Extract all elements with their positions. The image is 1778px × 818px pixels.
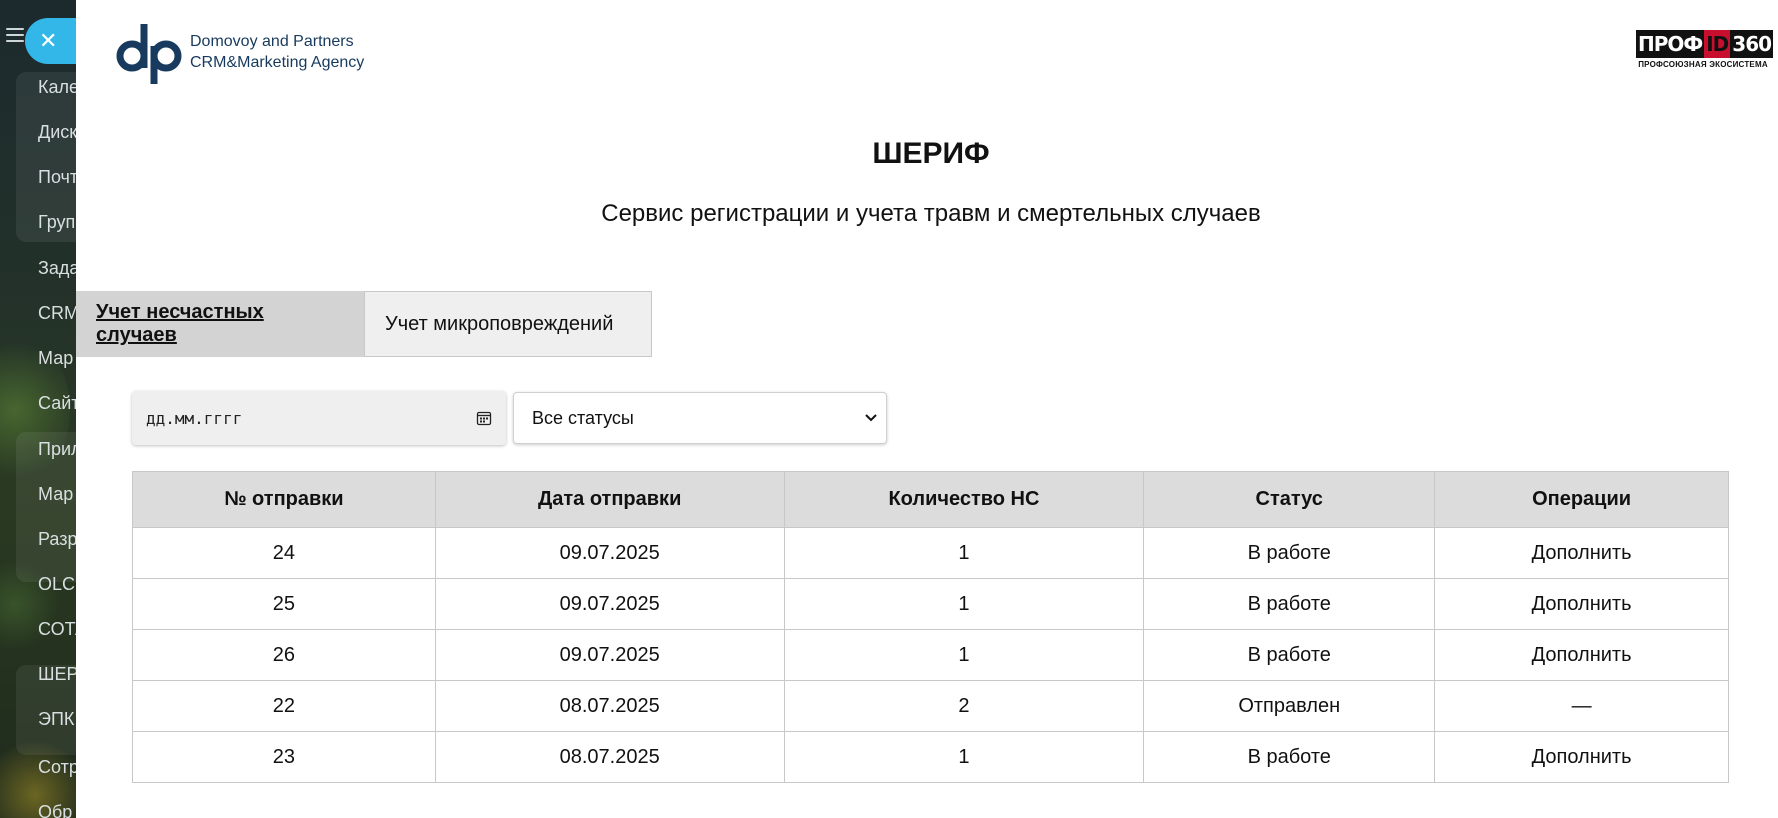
cell-count: 1 (783, 629, 1145, 681)
table-row: 22 08.07.2025 2 Отправлен — (132, 680, 1729, 732)
submissions-table: № отправки Дата отправки Количество НС С… (132, 471, 1729, 783)
tab-bar: Учет несчастных случаев Учет микроповреж… (76, 291, 652, 357)
dp-logo: Domovoy and Partners CRM&Marketing Agenc… (116, 20, 364, 84)
status-filter-select[interactable]: Все статусы (513, 392, 887, 444)
prof-logo-part2: ID (1704, 30, 1731, 58)
dp-logo-line2: CRM&Marketing Agency (190, 54, 365, 71)
close-button[interactable]: ✕ (25, 18, 77, 64)
table-row: 26 09.07.2025 1 В работе Дополнить (132, 629, 1729, 681)
cell-number: 25 (132, 578, 436, 630)
cell-date: 08.07.2025 (434, 731, 785, 783)
prof-logo-part3: 360 (1730, 30, 1774, 58)
sidebar-item[interactable]: Сайт (38, 393, 76, 414)
cell-date: 09.07.2025 (434, 629, 785, 681)
sidebar-item[interactable]: Мар (38, 348, 73, 369)
cell-operations-empty: — (1434, 680, 1729, 732)
column-header-date: Дата отправки (434, 471, 785, 528)
column-header-count: Количество НС (783, 471, 1145, 528)
tab-accidents[interactable]: Учет несчастных случаев (76, 291, 364, 357)
supplement-link[interactable]: Дополнить (1434, 527, 1729, 579)
cell-date: 09.07.2025 (434, 578, 785, 630)
sidebar-item[interactable]: Прил (38, 439, 76, 460)
table-header-row: № отправки Дата отправки Количество НС С… (132, 471, 1729, 528)
prof-logo-subtitle: ПРОФСОЮЗНАЯ ЭКОСИСТЕМА (1638, 60, 1768, 69)
status-filter-value: Все статусы (532, 407, 634, 428)
cell-number: 26 (132, 629, 436, 681)
table-row: 23 08.07.2025 1 В работе Дополнить (132, 731, 1729, 783)
date-filter-input[interactable]: дд.мм.гггг (132, 391, 506, 445)
chevron-down-icon (865, 414, 877, 422)
cell-status: В работе (1143, 527, 1436, 579)
cell-number: 23 (132, 731, 436, 783)
column-header-number: № отправки (132, 471, 436, 528)
sidebar-item[interactable]: OLCH (38, 574, 76, 595)
sidebar-item[interactable]: ШЕР (38, 664, 76, 685)
cell-number: 24 (132, 527, 436, 579)
calendar-icon[interactable] (476, 410, 492, 426)
background-sidebar: Кале Диск Почт Груп Зада CRM Мар Сайт Пр… (0, 0, 76, 818)
sidebar-item[interactable]: Разр (38, 529, 76, 550)
menu-icon[interactable] (6, 28, 24, 42)
cell-date: 08.07.2025 (434, 680, 785, 732)
main-panel: Domovoy and Partners CRM&Marketing Agenc… (76, 0, 1778, 818)
profid360-logo: ПРОФ ID 360 ПРОФСОЮЗНАЯ ЭКОСИСТЕМА (1636, 30, 1774, 69)
dp-logo-line1: Domovoy and Partners (190, 33, 354, 50)
cell-status: В работе (1143, 731, 1436, 783)
prof-logo-part1: ПРОФ (1636, 30, 1705, 58)
sidebar-item[interactable]: CRM (38, 303, 76, 324)
sidebar-item[interactable]: СОТА (38, 619, 76, 640)
sidebar-item[interactable]: Сотр (38, 757, 76, 778)
supplement-link[interactable]: Дополнить (1434, 629, 1729, 681)
sidebar-item[interactable]: Обр (38, 802, 72, 818)
table-row: 25 09.07.2025 1 В работе Дополнить (132, 578, 1729, 630)
sidebar-item[interactable]: Кале (38, 77, 76, 98)
page-subtitle: Сервис регистрации и учета травм и смерт… (601, 200, 1261, 227)
cell-status: Отправлен (1143, 680, 1436, 732)
cell-status: В работе (1143, 629, 1436, 681)
supplement-link[interactable]: Дополнить (1434, 578, 1729, 630)
cell-status: В работе (1143, 578, 1436, 630)
sidebar-item[interactable]: Диск (38, 122, 76, 143)
supplement-link[interactable]: Дополнить (1434, 731, 1729, 783)
cell-date: 09.07.2025 (434, 527, 785, 579)
sidebar-item[interactable]: Зада (38, 258, 76, 279)
table-row: 24 09.07.2025 1 В работе Дополнить (132, 527, 1729, 579)
close-icon: ✕ (39, 28, 58, 53)
sidebar-item[interactable]: Груп (38, 212, 75, 233)
column-header-operations: Операции (1434, 471, 1729, 528)
column-header-status: Статус (1143, 471, 1436, 528)
dp-logo-icon (116, 24, 182, 84)
sidebar-item[interactable]: Почт (38, 167, 76, 188)
cell-count: 2 (783, 680, 1145, 732)
date-filter-placeholder: дд.мм.гггг (146, 408, 243, 428)
cell-count: 1 (783, 731, 1145, 783)
cell-count: 1 (783, 527, 1145, 579)
page-title: ШЕРИФ (872, 137, 990, 170)
sidebar-item[interactable]: ЭПК (38, 709, 74, 730)
tab-microinjuries[interactable]: Учет микроповреждений (364, 291, 652, 357)
sidebar-item[interactable]: Мар (38, 484, 73, 505)
cell-count: 1 (783, 578, 1145, 630)
cell-number: 22 (132, 680, 436, 732)
